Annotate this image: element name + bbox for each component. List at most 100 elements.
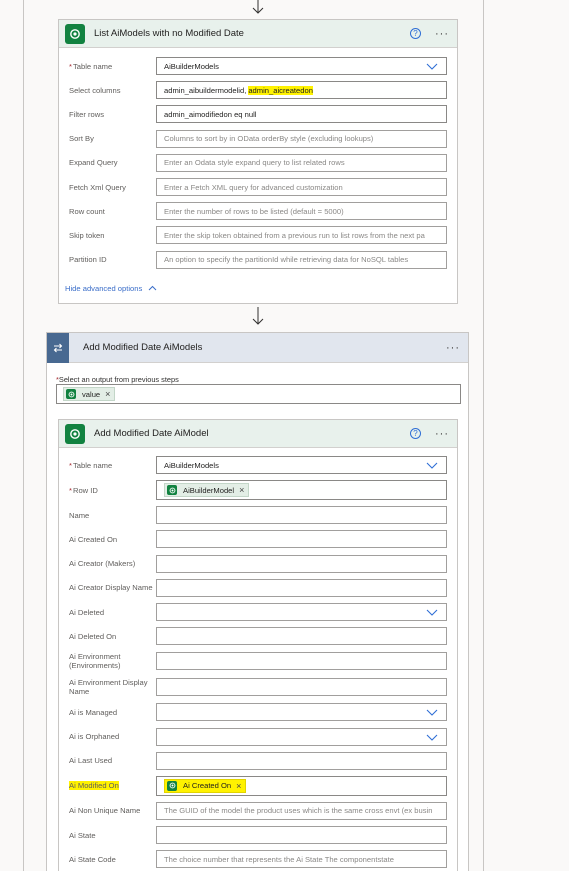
dataverse-icon <box>65 23 85 44</box>
expand-query-input[interactable]: Enter an Odata style expand query to lis… <box>156 153 447 172</box>
field-row-ai-created-on: Ai Created On <box>69 527 447 551</box>
field-row-expand-query: Expand Query Enter an Odata style expand … <box>69 151 447 175</box>
ai-created-on-token-label: Ai Created On <box>183 781 232 791</box>
field-label: Ai is Orphaned <box>69 732 120 742</box>
value-token[interactable]: value × <box>63 387 116 401</box>
flow-arrow-icon <box>252 0 264 14</box>
ai-modified-on-input[interactable]: Ai Created On × <box>156 775 447 796</box>
ai-deleted-dropdown[interactable] <box>156 603 447 622</box>
field-label: Ai Environment Display Name <box>69 678 148 697</box>
filter-rows-input[interactable]: admin_aimodifiedon eq null <box>156 105 447 124</box>
chevron-down-icon <box>426 462 438 469</box>
ai-non-unique-name-value: The GUID of the model the product uses w… <box>164 806 433 816</box>
fetch-xml-query-input[interactable]: Enter a Fetch XML query for advanced cus… <box>156 178 447 197</box>
table-name-dropdown[interactable]: AiBuilderModels <box>156 456 447 475</box>
select-columns-highlighted-value: admin_aicreatedon <box>248 85 313 95</box>
field-row-ai-environment-display-name: Ai Environment Display Name <box>69 674 447 700</box>
ai-is-orphaned-dropdown[interactable] <box>156 727 447 746</box>
more-options-icon[interactable]: ··· <box>435 28 449 39</box>
list-rows-fields: *Table name AiBuilderModels Select columns… <box>59 48 457 272</box>
ai-created-on-input[interactable] <box>156 530 447 549</box>
sort-by-input[interactable]: Columns to sort by in OData orderBy styl… <box>156 129 447 148</box>
field-label: Skip token <box>69 230 105 240</box>
dataverse-icon <box>167 780 177 791</box>
field-row-ai-modified-on: Ai Modified On Ai Created On × <box>69 773 447 799</box>
filter-rows-value: admin_aimodifiedon eq null <box>164 109 257 119</box>
chevron-down-icon <box>426 63 438 70</box>
list-rows-action-card: List AiModels with no Modified Date ? ··… <box>58 19 458 304</box>
skip-token-input[interactable]: Enter the skip token obtained from a pre… <box>156 226 447 245</box>
field-label: Ai Created On <box>69 534 118 544</box>
loop-icon <box>47 332 69 363</box>
table-name-dropdown[interactable]: AiBuilderModels <box>156 57 447 76</box>
remove-token-icon[interactable]: × <box>236 781 241 791</box>
aibuildermodel-token[interactable]: AiBuilderModel × <box>164 483 250 498</box>
ai-environment-display-name-input[interactable] <box>156 678 447 697</box>
field-label: Ai is Managed <box>69 707 118 717</box>
field-row-fetch-xml-query: Fetch Xml Query Enter a Fetch XML query f… <box>69 175 447 199</box>
help-icon[interactable]: ? <box>410 428 421 439</box>
field-row-ai-non-unique-name: Ai Non Unique Name The GUID of the model … <box>69 799 447 823</box>
ai-is-managed-dropdown[interactable] <box>156 703 447 722</box>
select-output-input[interactable]: value × <box>56 384 461 404</box>
value-token-label: value <box>82 389 101 399</box>
field-label: Ai State <box>69 830 96 840</box>
ai-state-input[interactable] <box>156 826 447 845</box>
field-label: Row count <box>69 206 105 216</box>
more-options-icon[interactable]: ··· <box>446 342 460 353</box>
select-columns-input[interactable]: admin_aibuildermodelid, admin_aicreatedo… <box>156 81 447 100</box>
add-row-optional-fields: Name Ai Created On Ai Creator (Makers) Ai C… <box>69 503 447 773</box>
flow-arrow-icon <box>252 307 264 325</box>
field-label: *Row ID <box>69 485 98 495</box>
ai-created-on-token[interactable]: Ai Created On × <box>164 778 247 793</box>
dataverse-icon <box>167 485 177 496</box>
field-row-skip-token: Skip token Enter the skip token obtained … <box>69 223 447 247</box>
ai-state-code-input[interactable]: The choice number that represents the Ai… <box>156 850 447 869</box>
field-row-ai-state-code: Ai State Code The choice number that repr… <box>69 847 447 871</box>
field-row-row-id: *Row ID AiBuilderModel × <box>69 477 447 503</box>
field-row-ai-last-used: Ai Last Used <box>69 749 447 773</box>
field-row-partition-id: Partition ID An option to specify the par… <box>69 248 447 272</box>
field-row-sort-by: Sort By Columns to sort by in OData order… <box>69 127 447 151</box>
ai-creator-makers-input[interactable] <box>156 554 447 573</box>
ai-creator-display-name-input[interactable] <box>156 578 447 597</box>
field-label: *Table name <box>69 460 113 470</box>
ai-deleted-on-input[interactable] <box>156 627 447 646</box>
ai-state-code-value: The choice number that represents the Ai… <box>164 854 394 864</box>
field-label: Filter rows <box>69 109 105 119</box>
field-label: Ai Deleted On <box>69 631 117 641</box>
add-row-action-title: Add Modified Date AiModel <box>94 428 209 439</box>
skip-token-value: Enter the skip token obtained from a pre… <box>164 230 425 240</box>
partition-id-input[interactable]: An option to specify the partitionId whi… <box>156 250 447 269</box>
fetch-xml-query-value: Enter a Fetch XML query for advanced cus… <box>164 182 343 192</box>
field-row-filter-rows: Filter rows admin_aimodifiedon eq null <box>69 102 447 126</box>
help-icon[interactable]: ? <box>410 28 421 39</box>
more-options-icon[interactable]: ··· <box>435 428 449 439</box>
field-label: Ai Environment (Environments) <box>69 652 121 671</box>
row-id-input[interactable]: AiBuilderModel × <box>156 480 447 501</box>
add-row-fields: *Table name AiBuilderModels *Row ID AiBu… <box>59 448 457 871</box>
add-row-action-card: Add Modified Date AiModel ? ··· *Table n… <box>58 419 458 871</box>
ai-environment-environments-input[interactable] <box>156 652 447 671</box>
expand-query-value: Enter an Odata style expand query to lis… <box>164 158 345 168</box>
remove-token-icon[interactable]: × <box>239 485 244 495</box>
field-label: Ai Non Unique Name <box>69 806 141 816</box>
remove-token-icon[interactable]: × <box>105 389 110 399</box>
row-count-input[interactable]: Enter the number of rows to be listed (d… <box>156 202 447 221</box>
field-row-name: Name <box>69 503 447 527</box>
field-row-ai-deleted: Ai Deleted <box>69 600 447 624</box>
ai-last-used-input[interactable] <box>156 751 447 770</box>
field-row-ai-is-managed: Ai is Managed <box>69 700 447 724</box>
list-rows-action-header[interactable]: List AiModels with no Modified Date ? ··… <box>59 20 457 48</box>
apply-to-each-header[interactable]: Add Modified Date AiModels ··· <box>47 332 468 363</box>
name-input[interactable] <box>156 506 447 525</box>
add-row-action-header[interactable]: Add Modified Date AiModel ? ··· <box>59 420 457 448</box>
field-row-ai-state: Ai State <box>69 823 447 847</box>
field-label: Ai Creator (Makers) <box>69 559 136 569</box>
ai-non-unique-name-input[interactable]: The GUID of the model the product uses w… <box>156 801 447 820</box>
field-row-table-name: *Table name AiBuilderModels <box>69 54 447 78</box>
table-name-value: AiBuilderModels <box>164 61 219 71</box>
hide-advanced-options-link[interactable]: Hide advanced options <box>59 270 457 293</box>
row-count-value: Enter the number of rows to be listed (d… <box>164 206 344 216</box>
scope-border-right <box>483 0 484 871</box>
